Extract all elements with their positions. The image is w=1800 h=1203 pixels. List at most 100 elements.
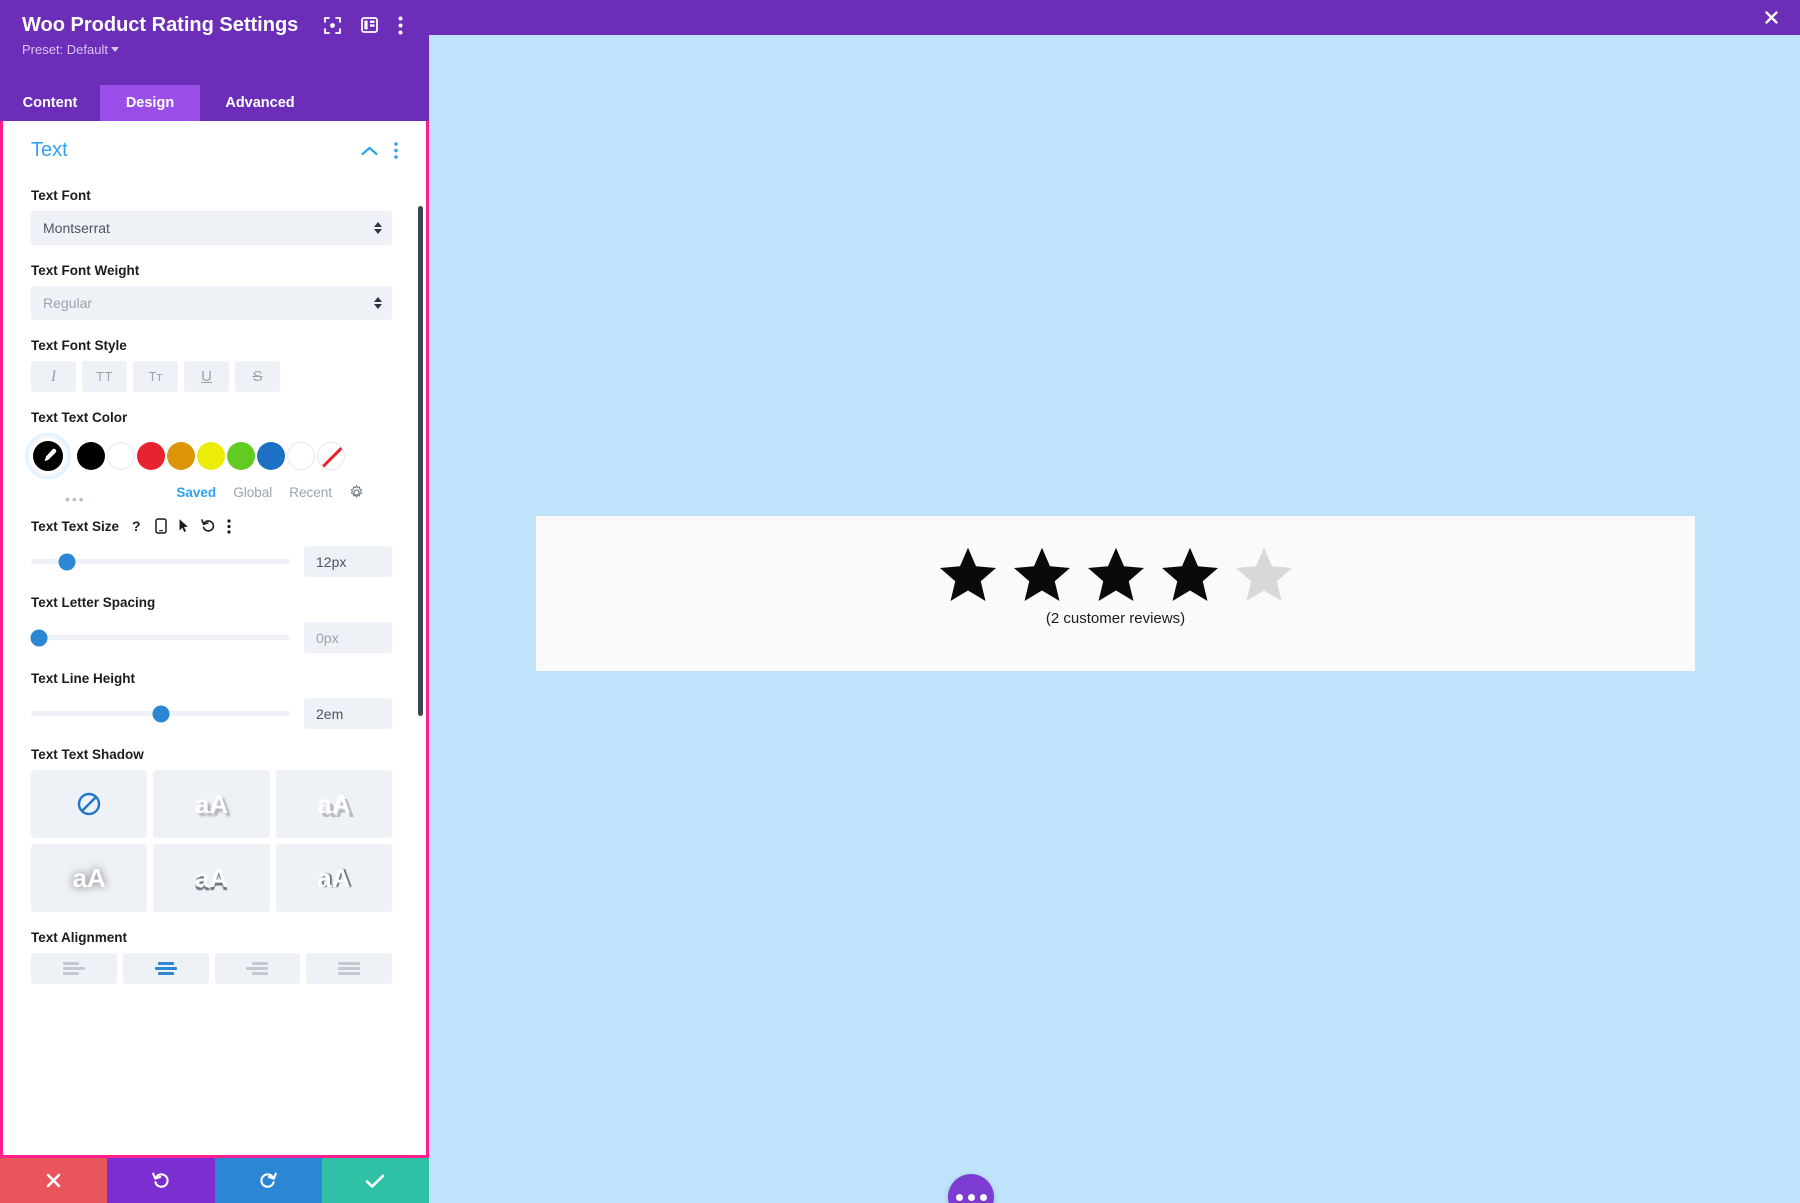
check-icon bbox=[366, 1174, 385, 1188]
field-text-font-weight: Text Font Weight Regular bbox=[3, 263, 420, 320]
swatch-green[interactable] bbox=[227, 442, 255, 470]
uppercase-icon: TT bbox=[96, 369, 113, 384]
reset-undo-icon[interactable] bbox=[201, 518, 216, 534]
undo-button[interactable] bbox=[107, 1158, 215, 1203]
chevron-up-icon[interactable] bbox=[361, 146, 378, 156]
swatch-blue[interactable] bbox=[257, 442, 285, 470]
color-tab-recent[interactable]: Recent bbox=[289, 485, 332, 500]
text-alignment-buttons bbox=[31, 953, 392, 984]
gear-icon[interactable] bbox=[349, 485, 364, 500]
align-center-icon bbox=[154, 962, 177, 975]
star-rating[interactable] bbox=[536, 516, 1695, 604]
field-label-text-font: Text Font bbox=[31, 188, 91, 203]
swatch-black[interactable] bbox=[77, 442, 105, 470]
text-size-input[interactable]: 12px bbox=[304, 546, 392, 577]
responsive-mobile-icon[interactable] bbox=[155, 518, 167, 534]
star-filled-icon[interactable] bbox=[1086, 546, 1146, 604]
close-icon[interactable] bbox=[1758, 5, 1784, 31]
star-empty-icon[interactable] bbox=[1234, 546, 1294, 604]
text-size-slider[interactable] bbox=[31, 553, 290, 570]
kebab-menu-icon[interactable] bbox=[227, 518, 231, 534]
more-dots-icon[interactable]: ••• bbox=[65, 491, 86, 507]
more-dots-icon[interactable] bbox=[948, 1174, 994, 1203]
kebab-menu-icon[interactable] bbox=[398, 16, 403, 35]
underline-icon: U bbox=[201, 368, 212, 385]
panel-bottom-actions bbox=[0, 1158, 429, 1203]
color-tab-saved[interactable]: Saved bbox=[176, 485, 216, 500]
redo-button[interactable] bbox=[214, 1158, 322, 1203]
product-rating-preview-card: (2 customer reviews) bbox=[536, 516, 1695, 671]
color-tab-global[interactable]: Global bbox=[233, 485, 272, 500]
text-font-weight-select[interactable]: Regular bbox=[31, 286, 392, 320]
panel-layout-icon[interactable] bbox=[361, 17, 379, 33]
swatch-no-color[interactable] bbox=[317, 442, 345, 470]
undo-icon bbox=[152, 1172, 169, 1188]
shadow-preset-bottom[interactable]: aA bbox=[153, 844, 270, 912]
slider-knob[interactable] bbox=[58, 553, 76, 570]
kebab-menu-icon[interactable] bbox=[394, 142, 398, 159]
preview-canvas: (2 customer reviews) bbox=[429, 35, 1800, 1203]
color-swatch-row bbox=[25, 433, 392, 479]
field-text-shadow: Text Text Shadow aA aA aA aA aA bbox=[3, 747, 420, 912]
text-shadow-presets: aA aA aA aA aA bbox=[31, 770, 392, 912]
uppercase-button[interactable]: TT bbox=[82, 361, 127, 392]
tab-advanced[interactable]: Advanced bbox=[200, 85, 320, 121]
letter-spacing-input[interactable]: 0px bbox=[304, 622, 392, 653]
focus-target-icon[interactable] bbox=[324, 16, 342, 34]
shadow-preset-none[interactable] bbox=[31, 770, 148, 838]
align-center-button[interactable] bbox=[122, 953, 209, 984]
tab-content[interactable]: Content bbox=[0, 85, 100, 121]
field-label-line-height: Text Line Height bbox=[31, 671, 136, 686]
preset-selector[interactable]: Preset: Default bbox=[22, 42, 407, 57]
cancel-button[interactable] bbox=[0, 1158, 108, 1203]
underline-button[interactable]: U bbox=[184, 361, 229, 392]
slider-knob[interactable] bbox=[30, 629, 48, 646]
line-height-input[interactable]: 2em bbox=[304, 698, 392, 729]
line-height-control: 2em bbox=[31, 698, 392, 729]
align-right-button[interactable] bbox=[214, 953, 301, 984]
section-title: Text bbox=[31, 139, 68, 162]
star-filled-icon[interactable] bbox=[1160, 546, 1220, 604]
shadow-preset-soft-right[interactable]: aA bbox=[153, 770, 270, 838]
field-label-font-weight: Text Font Weight bbox=[31, 263, 140, 278]
strikethrough-button[interactable]: S bbox=[235, 361, 280, 392]
text-font-select[interactable]: Montserrat bbox=[31, 211, 392, 245]
help-icon[interactable]: ? bbox=[130, 518, 144, 534]
panel-body: Text Text Font Montserrat Text Font Weig… bbox=[3, 121, 420, 1158]
field-text-size: Text Text Size ? 12px bbox=[3, 518, 420, 577]
star-filled-icon[interactable] bbox=[1012, 546, 1072, 604]
swatch-white[interactable] bbox=[107, 442, 135, 470]
text-size-label-row: Text Text Size ? bbox=[31, 518, 392, 534]
panel-scrollbar-thumb[interactable] bbox=[418, 206, 423, 716]
slider-knob[interactable] bbox=[152, 705, 169, 722]
italic-button[interactable]: I bbox=[31, 361, 76, 392]
font-style-buttons: I TT Tт U S bbox=[31, 361, 392, 392]
panel-body-border: Text Text Font Montserrat Text Font Weig… bbox=[0, 121, 429, 1158]
field-label-text-color: Text Text Color bbox=[31, 410, 128, 425]
swatch-orange[interactable] bbox=[167, 442, 195, 470]
chevron-updown-icon bbox=[374, 297, 382, 309]
panel-accent-border bbox=[0, 1155, 429, 1158]
shadow-preset-left[interactable]: aA bbox=[275, 844, 392, 912]
swatch-yellow[interactable] bbox=[197, 442, 225, 470]
letter-spacing-slider[interactable] bbox=[30, 629, 290, 646]
no-shadow-icon bbox=[77, 792, 101, 816]
customer-reviews-count: (2 customer reviews) bbox=[1045, 610, 1186, 627]
tab-design[interactable]: Design bbox=[100, 85, 200, 121]
chevron-down-icon bbox=[111, 47, 119, 52]
swatch-red[interactable] bbox=[137, 442, 165, 470]
star-filled-icon[interactable] bbox=[938, 546, 998, 604]
save-button[interactable] bbox=[321, 1158, 429, 1203]
eyedropper-icon[interactable] bbox=[25, 433, 71, 479]
align-left-button[interactable] bbox=[31, 953, 117, 984]
slider-track bbox=[31, 635, 290, 640]
swatch-white-2[interactable] bbox=[287, 442, 315, 470]
shadow-preset-hard-right[interactable]: aA bbox=[275, 770, 392, 838]
hover-cursor-icon[interactable] bbox=[178, 518, 190, 534]
shadow-preset-blur[interactable]: aA bbox=[31, 844, 148, 912]
field-label-letter-spacing: Text Letter Spacing bbox=[31, 595, 156, 610]
line-height-slider[interactable] bbox=[31, 705, 290, 722]
color-source-row: ••• Saved Global Recent bbox=[31, 485, 392, 507]
align-justify-button[interactable] bbox=[306, 953, 392, 984]
small-caps-button[interactable]: Tт bbox=[133, 361, 178, 392]
